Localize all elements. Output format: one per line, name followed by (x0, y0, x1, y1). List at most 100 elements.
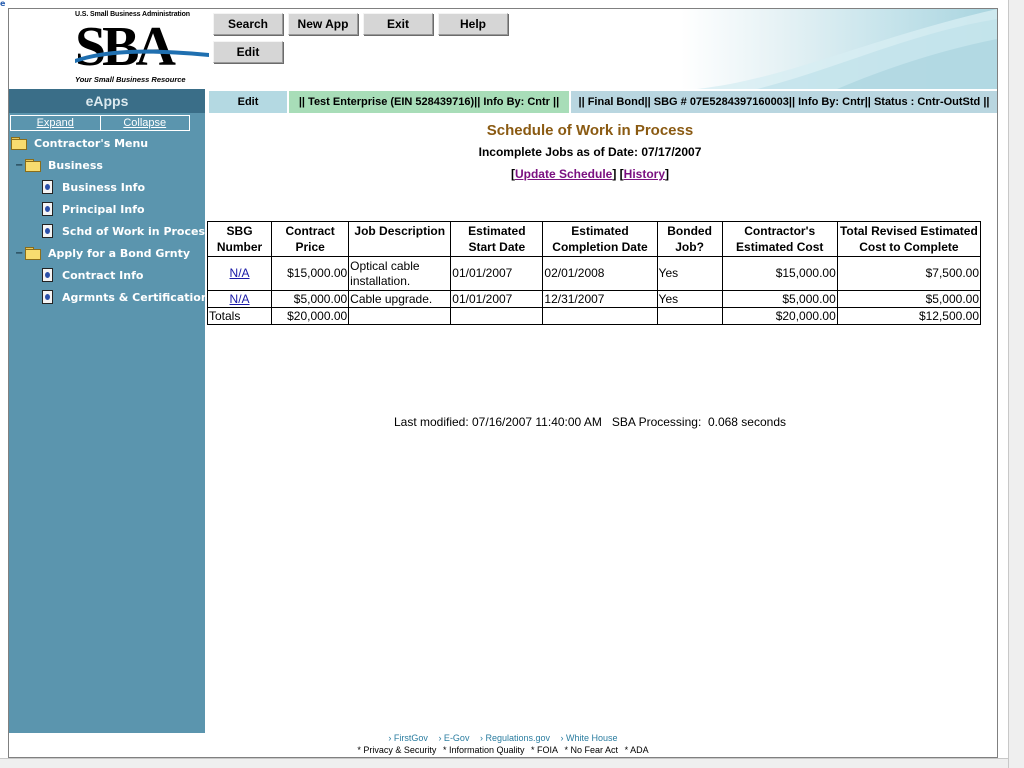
sidebar-item-contractors-menu[interactable]: Contractor's Menu (11, 134, 148, 152)
start-date-cell: 01/01/2007 (450, 290, 544, 308)
page-icon: e (0, 0, 6, 8)
footer-link-ada[interactable]: * ADA (625, 745, 649, 755)
collapse-minus-icon[interactable]: − (15, 160, 23, 171)
sidebar-item-label: Contract Info (62, 268, 144, 282)
footer-link-info-quality[interactable]: * Information Quality (443, 745, 525, 755)
sidebar-item-label: Contractor's Menu (34, 136, 149, 150)
sbg-number-link[interactable]: N/A (230, 266, 250, 280)
schedule-links: [Update Schedule] [History] (510, 167, 670, 181)
revised-cost-cell: $5,000.00 (836, 290, 982, 308)
folder-icon (11, 137, 27, 150)
app-name: eApps (9, 89, 205, 113)
horizontal-scrollbar[interactable] (0, 758, 1008, 768)
bonded-cell: Yes (656, 290, 723, 308)
column-header: Job Description (348, 221, 452, 257)
page-subtitle: Incomplete Jobs as of Date: 07/17/2007 (478, 145, 702, 159)
table-header-row: SBG Number Contract Price Job Descriptio… (206, 221, 982, 257)
column-header: Estimated Start Date (450, 221, 544, 257)
jobs-table: SBG Number Contract Price Job Descriptio… (206, 221, 982, 325)
footer-links: › FirstGov › E-Gov › Regulations.gov › W… (9, 733, 997, 743)
header: U.S. Small Business Administration SBA Y… (9, 9, 997, 89)
footer-link-firstgov[interactable]: › FirstGov (388, 733, 428, 743)
contract-price-cell: $15,000.00 (271, 256, 350, 291)
document-icon (42, 268, 53, 282)
folder-icon (25, 247, 41, 260)
info-bar: eApps Edit || Test Enterprise (EIN 52843… (9, 89, 997, 113)
sidebar-item-agreements[interactable]: Agrmnts & Certification (42, 288, 209, 306)
expand-link[interactable]: Expand (11, 116, 100, 130)
sidebar-item-contract-info[interactable]: Contract Info (42, 266, 143, 284)
table-row: N/A $15,000.00 Optical cable installatio… (206, 256, 982, 291)
exit-button[interactable]: Exit (363, 13, 433, 35)
sidebar-item-principal-info[interactable]: Principal Info (42, 200, 145, 218)
collapse-minus-icon[interactable]: − (15, 248, 23, 259)
sidebar-item-schd-of-work[interactable]: Schd of Work in Process (42, 222, 212, 240)
footer-link-whitehouse[interactable]: › White House (561, 733, 618, 743)
sidebar-item-label: Business Info (62, 180, 146, 194)
document-icon (42, 202, 53, 216)
sidebar-item-label: Business (48, 158, 103, 172)
enterprise-info: || Test Enterprise (EIN 528439716)|| Inf… (289, 91, 569, 113)
search-button[interactable]: Search (213, 13, 283, 35)
revised-cost-cell: $7,500.00 (836, 256, 982, 291)
total-contract-price: $20,000.00 (271, 307, 350, 325)
folder-icon (25, 159, 41, 172)
sidebar-item-label: Apply for a Bond Grnty (48, 246, 191, 260)
sbg-number-link[interactable]: N/A (230, 292, 250, 306)
job-description-cell: Optical cable installation. (348, 256, 452, 291)
page-title: Schedule of Work in Process (486, 122, 694, 139)
update-schedule-link[interactable]: Update Schedule (515, 167, 612, 181)
completion-date-cell: 12/31/2007 (542, 290, 658, 308)
document-icon (42, 224, 53, 238)
sba-logo: U.S. Small Business Administration SBA Y… (75, 11, 209, 87)
estimated-cost-cell: $15,000.00 (721, 256, 838, 291)
column-header: Estimated Completion Date (542, 221, 658, 257)
footer-link-privacy[interactable]: * Privacy & Security (357, 745, 436, 755)
footer-link-egov[interactable]: › E-Gov (438, 733, 469, 743)
sidebar-item-label: Agrmnts & Certification (62, 290, 209, 304)
vertical-scrollbar[interactable] (1008, 0, 1024, 768)
document-icon (42, 290, 53, 304)
totals-label: Totals (206, 307, 273, 325)
page-frame: U.S. Small Business Administration SBA Y… (8, 8, 998, 758)
column-header: Contractor's Estimated Cost (721, 221, 838, 257)
collapse-link[interactable]: Collapse (99, 116, 190, 130)
estimated-cost-cell: $5,000.00 (721, 290, 838, 308)
column-header: Contract Price (271, 221, 350, 257)
bonded-cell: Yes (656, 256, 723, 291)
bond-info: || Final Bond|| SBG # 07E5284397160003||… (571, 91, 997, 113)
tab-edit[interactable]: Edit (209, 91, 287, 113)
footer-link-foia[interactable]: * FOIA (531, 745, 558, 755)
total-estimated-cost: $20,000.00 (721, 307, 838, 325)
totals-row: Totals $20,000.00 $20,000.00 $12,500.00 (206, 307, 982, 325)
sidebar-item-label: Principal Info (62, 202, 145, 216)
document-icon (42, 180, 53, 194)
help-button[interactable]: Help (438, 13, 508, 35)
sidebar-item-business[interactable]: − Business (15, 156, 103, 174)
main-content: Schedule of Work in Process Incomplete J… (205, 113, 997, 733)
footer-policy-links: * Privacy & Security * Information Quali… (9, 745, 997, 755)
last-modified-text: Last modified: 07/16/2007 11:40:00 AM SB… (393, 415, 787, 429)
sidebar-item-apply-bond[interactable]: − Apply for a Bond Grnty (15, 244, 190, 262)
logo-stripe-decoration (75, 49, 209, 63)
job-description-cell: Cable upgrade. (348, 290, 452, 308)
footer-link-no-fear[interactable]: * No Fear Act (565, 745, 619, 755)
start-date-cell: 01/01/2007 (450, 256, 544, 291)
column-header: Bonded Job? (656, 221, 723, 257)
footer-link-regulations[interactable]: › Regulations.gov (480, 733, 550, 743)
column-header: Total Revised Estimated Cost to Complete (836, 221, 982, 257)
new-app-button[interactable]: New App (288, 13, 358, 35)
sidebar-item-business-info[interactable]: Business Info (42, 178, 145, 196)
header-swoosh-decoration (697, 9, 997, 89)
edit-button[interactable]: Edit (213, 41, 283, 63)
sidebar: Expand Collapse Contractor's Menu − Busi… (9, 113, 212, 733)
sidebar-item-label: Schd of Work in Process (62, 224, 212, 238)
history-link[interactable]: History (624, 167, 665, 181)
completion-date-cell: 02/01/2008 (542, 256, 658, 291)
table-row: N/A $5,000.00 Cable upgrade. 01/01/2007 … (206, 290, 982, 308)
column-header: SBG Number (206, 221, 273, 257)
logo-mark: SBA (75, 19, 209, 75)
total-revised-cost: $12,500.00 (836, 307, 982, 325)
expand-collapse-bar: Expand Collapse (10, 115, 190, 131)
contract-price-cell: $5,000.00 (271, 290, 350, 308)
